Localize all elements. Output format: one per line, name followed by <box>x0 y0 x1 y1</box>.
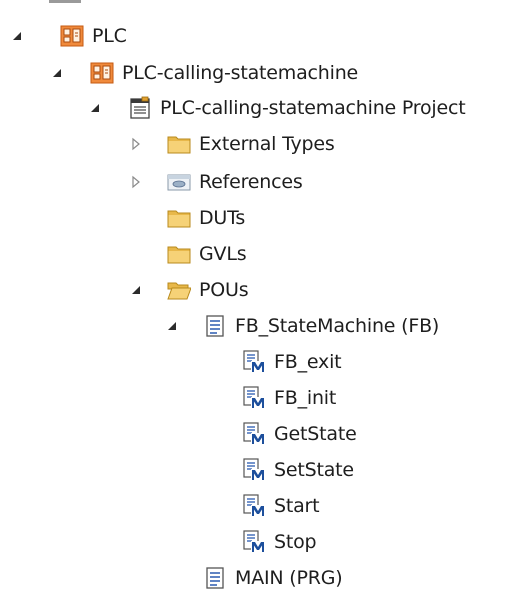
collapse-arrow-icon[interactable] <box>127 135 145 153</box>
folder-icon <box>167 132 191 156</box>
tree-item-label: FB_init <box>274 387 337 409</box>
method-icon <box>242 422 266 446</box>
expand-arrow-icon[interactable] <box>48 64 66 82</box>
tree-item-stop[interactable]: Stop <box>242 525 317 559</box>
project-file-icon <box>128 96 152 120</box>
tree-item-label: FB_exit <box>274 351 342 373</box>
tree-item-label: POUs <box>199 279 249 301</box>
method-icon <box>242 350 266 374</box>
tree-item-fb-exit[interactable]: FB_exit <box>242 345 342 379</box>
tree-item-label: Start <box>274 495 320 517</box>
method-icon <box>242 494 266 518</box>
folder-icon <box>167 242 191 266</box>
tree-item-plc[interactable]: PLC <box>8 19 127 53</box>
tree-item-main[interactable]: MAIN (PRG) <box>203 561 343 595</box>
tree-item-label: SetState <box>274 459 354 481</box>
pou-file-icon <box>203 566 227 590</box>
tree-item-fb-init[interactable]: FB_init <box>242 381 336 415</box>
expand-arrow-icon[interactable] <box>8 27 26 45</box>
method-icon <box>242 458 266 482</box>
tree-item-getstate[interactable]: GetState <box>242 417 357 451</box>
tree-item-label: FB_StateMachine (FB) <box>235 315 440 337</box>
tree-item-plc-project[interactable]: PLC-calling-statemachine <box>48 56 358 90</box>
tree-item-label: PLC <box>92 25 127 47</box>
folder-open-icon <box>167 278 191 302</box>
plc-project-icon <box>90 61 114 85</box>
tree-item-pous[interactable]: POUs <box>127 273 249 307</box>
tree-item-label: PLC-calling-statemachine <box>122 62 359 84</box>
plc-icon <box>60 24 84 48</box>
scroll-edge-line <box>49 0 81 3</box>
tree-item-external-types[interactable]: External Types <box>127 127 335 161</box>
tree-item-label: PLC-calling-statemachine Project <box>160 97 466 119</box>
expand-arrow-icon[interactable] <box>86 99 104 117</box>
tree-item-label: External Types <box>199 133 335 155</box>
tree-item-label: DUTs <box>199 207 246 229</box>
expand-arrow-icon[interactable] <box>127 281 145 299</box>
tree-item-project[interactable]: PLC-calling-statemachine Project <box>86 91 466 125</box>
tree-item-label: MAIN (PRG) <box>235 567 343 589</box>
pou-file-icon <box>203 314 227 338</box>
tree-item-label: GetState <box>274 423 357 445</box>
method-icon <box>242 386 266 410</box>
references-icon <box>167 170 191 194</box>
method-icon <box>242 530 266 554</box>
tree-item-gvls[interactable]: GVLs <box>127 237 247 271</box>
tree-item-references[interactable]: References <box>127 165 303 199</box>
tree-item-label: Stop <box>274 531 317 553</box>
tree-item-start[interactable]: Start <box>242 489 320 523</box>
tree-item-fb-statemachine[interactable]: FB_StateMachine (FB) <box>163 309 439 343</box>
tree-item-label: GVLs <box>199 243 247 265</box>
expand-arrow-icon[interactable] <box>163 317 181 335</box>
folder-icon <box>167 206 191 230</box>
collapse-arrow-icon[interactable] <box>127 173 145 191</box>
tree-item-label: References <box>199 171 303 193</box>
tree-item-duts[interactable]: DUTs <box>127 201 245 235</box>
tree-item-setstate[interactable]: SetState <box>242 453 354 487</box>
